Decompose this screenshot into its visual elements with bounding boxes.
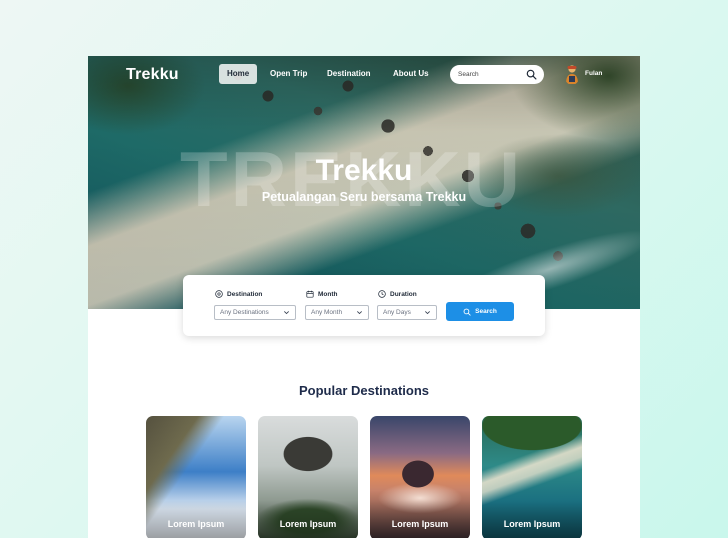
clock-icon <box>378 290 386 298</box>
search-icon[interactable] <box>526 69 537 80</box>
popular-destinations-title: Popular Destinations <box>298 383 430 398</box>
destination-card[interactable]: Lorem Ipsum <box>258 416 358 538</box>
hero-subtitle: Petualangan Seru bersama Trekku <box>261 190 467 204</box>
destination-card-label: Lorem Ipsum <box>279 519 337 529</box>
hero-title: Trekku <box>315 154 413 187</box>
chevron-down-icon <box>357 311 362 315</box>
search-icon <box>463 308 471 316</box>
nav-item-destination[interactable]: Destination <box>319 64 379 84</box>
search-input[interactable] <box>458 68 520 81</box>
destination-card-label: Lorem Ipsum <box>391 519 449 529</box>
duration-value: Any Days <box>383 309 411 316</box>
month-value: Any Month <box>311 309 343 316</box>
destination-card[interactable]: Lorem Ipsum <box>370 416 470 538</box>
search-bar <box>450 65 544 84</box>
hero-banner: Trekku Home Open Trip Destination About … <box>88 56 640 309</box>
destination-value: Any Destinations <box>220 309 269 316</box>
avatar[interactable] <box>564 64 580 85</box>
duration-label-group: Duration <box>378 290 417 298</box>
chevron-down-icon <box>284 311 289 315</box>
month-label-group: Month <box>306 290 338 298</box>
duration-select[interactable]: Any Days <box>377 305 437 320</box>
search-button-label: Search <box>475 308 497 315</box>
nav-item-home[interactable]: Home <box>219 64 258 84</box>
destination-card[interactable]: Lorem Ipsum <box>482 416 582 538</box>
destination-label: Destination <box>227 290 263 298</box>
month-label: Month <box>318 290 338 298</box>
destination-select[interactable]: Any Destinations <box>214 305 296 320</box>
location-pin-icon <box>215 290 223 298</box>
chevron-down-icon <box>425 311 430 315</box>
destination-card-label: Lorem Ipsum <box>503 519 561 529</box>
user-name[interactable]: Fulan <box>585 70 602 77</box>
search-button[interactable]: Search <box>446 302 514 321</box>
destination-card-label: Lorem Ipsum <box>167 519 225 529</box>
destination-card[interactable]: Lorem Ipsum <box>146 416 246 538</box>
destination-label-group: Destination <box>215 290 262 298</box>
page-frame: Trekku Home Open Trip Destination About … <box>88 56 640 538</box>
month-select[interactable]: Any Month <box>305 305 369 320</box>
nav-item-about-us[interactable]: About Us <box>385 64 437 84</box>
duration-label: Duration <box>390 290 417 298</box>
brand-logo[interactable]: Trekku <box>126 66 179 84</box>
trip-search-panel: Destination Any Destinations Month Any M… <box>183 275 545 336</box>
calendar-icon <box>306 290 314 298</box>
nav-item-open-trip[interactable]: Open Trip <box>262 64 315 84</box>
